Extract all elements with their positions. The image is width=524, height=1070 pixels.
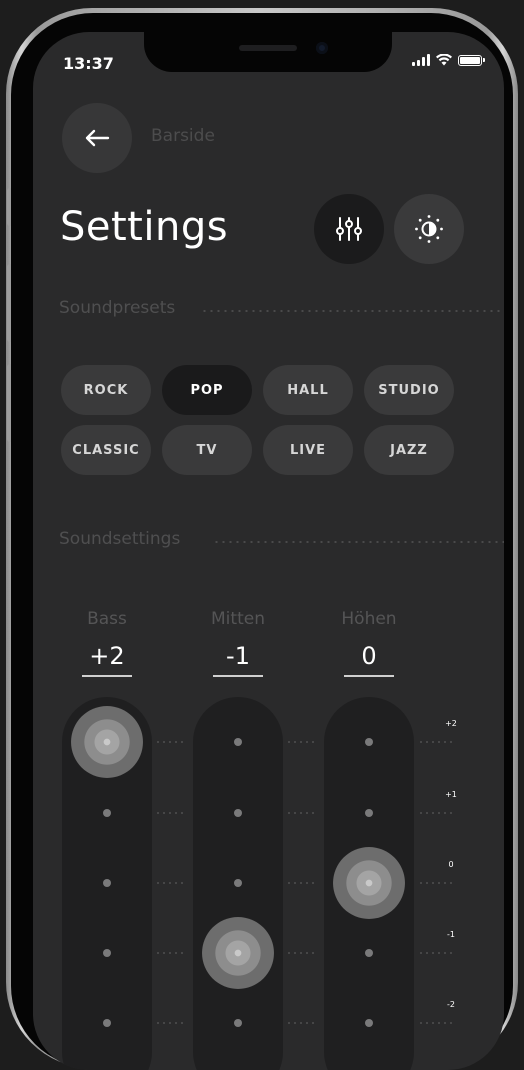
slider-step-dot xyxy=(365,949,373,957)
slider-step-dot xyxy=(103,809,111,817)
camera-icon xyxy=(316,42,328,54)
band-value: 0 xyxy=(361,642,377,670)
scale-label: +1 xyxy=(445,790,457,799)
scale-label: -1 xyxy=(447,930,455,939)
dotted-guide xyxy=(418,952,456,954)
theme-button[interactable] xyxy=(394,194,464,264)
contrast-icon xyxy=(415,215,443,243)
status-time: 13:37 xyxy=(63,54,114,73)
dotted-guide xyxy=(155,1022,183,1024)
preset-grid: ROCK POP HALL STUDIO CLASSIC TV LIVE JAZ… xyxy=(61,365,461,475)
dotted-guide xyxy=(286,812,314,814)
preset-studio-chip[interactable]: STUDIO xyxy=(364,365,454,415)
slider-step-dot xyxy=(103,1019,111,1027)
band-label: Bass xyxy=(87,609,127,629)
band-value-underline xyxy=(213,675,263,677)
dotted-divider xyxy=(201,310,504,312)
slider-knob[interactable] xyxy=(71,706,143,778)
scale-label: +2 xyxy=(445,719,457,728)
band-value: +2 xyxy=(89,642,125,670)
preset-jazz-chip[interactable]: JAZZ xyxy=(364,425,454,475)
dotted-divider xyxy=(213,541,504,543)
soundsettings-label: Soundsettings xyxy=(59,529,181,549)
band-value-underline xyxy=(82,675,132,677)
breadcrumb[interactable]: Barside xyxy=(151,126,215,146)
slider-step-dot xyxy=(365,809,373,817)
dotted-guide xyxy=(155,812,183,814)
slider-knob[interactable] xyxy=(333,847,405,919)
dotted-guide xyxy=(418,812,456,814)
slider-step-dot xyxy=(234,809,242,817)
speaker-grille xyxy=(239,45,297,51)
slider-step-dot xyxy=(103,949,111,957)
battery-icon xyxy=(458,54,485,66)
notch xyxy=(144,32,392,72)
preset-live-chip[interactable]: LIVE xyxy=(263,425,353,475)
band-value: -1 xyxy=(226,642,250,670)
dotted-guide xyxy=(418,882,456,884)
scale-label: -2 xyxy=(447,1000,455,1009)
band-value-underline xyxy=(344,675,394,677)
dotted-guide xyxy=(286,1022,314,1024)
page-title: Settings xyxy=(60,204,229,250)
preset-rock-chip[interactable]: ROCK xyxy=(61,365,151,415)
soundpresets-label: Soundpresets xyxy=(59,298,176,318)
arrow-left-icon xyxy=(85,129,110,147)
dotted-guide xyxy=(155,741,183,743)
dotted-guide xyxy=(286,882,314,884)
preset-hall-chip[interactable]: HALL xyxy=(263,365,353,415)
preset-tv-chip[interactable]: TV xyxy=(162,425,252,475)
sliders-icon xyxy=(336,217,362,241)
equalizer-button[interactable] xyxy=(314,194,384,264)
slider-step-dot xyxy=(365,1019,373,1027)
band-label: Höhen xyxy=(341,609,397,629)
preset-classic-chip[interactable]: CLASSIC xyxy=(61,425,151,475)
slider-knob[interactable] xyxy=(202,917,274,989)
dotted-guide xyxy=(155,882,183,884)
signal-icon xyxy=(412,54,430,66)
soundsettings-heading: Soundsettings xyxy=(59,529,504,549)
status-icons xyxy=(412,54,485,66)
back-button[interactable] xyxy=(62,103,132,173)
slider-step-dot xyxy=(234,879,242,887)
app-screen: 13:37 Barside Settings Soundpresets ROCK… xyxy=(33,32,504,1070)
slider-step-dot xyxy=(234,1019,242,1027)
dotted-guide xyxy=(286,741,314,743)
dotted-guide xyxy=(286,952,314,954)
slider-step-dot xyxy=(103,879,111,887)
slider-step-dot xyxy=(234,738,242,746)
scale-label: 0 xyxy=(448,860,454,869)
dotted-guide xyxy=(418,741,456,743)
soundpresets-heading: Soundpresets xyxy=(59,298,504,318)
dotted-guide xyxy=(155,952,183,954)
wifi-icon xyxy=(436,54,452,66)
dotted-guide xyxy=(418,1022,456,1024)
slider-step-dot xyxy=(365,738,373,746)
preset-pop-chip[interactable]: POP xyxy=(162,365,252,415)
band-label: Mitten xyxy=(211,609,265,629)
